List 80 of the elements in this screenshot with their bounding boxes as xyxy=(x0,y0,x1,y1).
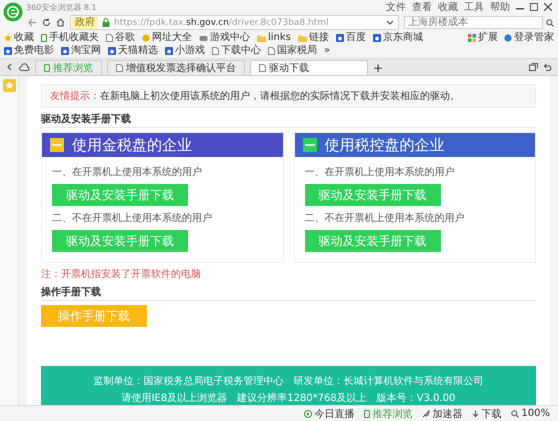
user-type-label: 二、不在开票机上使用本系统的用户 xyxy=(52,212,212,225)
bookmark-link[interactable]: 手机收藏夹 xyxy=(41,32,99,44)
page-icon xyxy=(106,34,113,42)
footer-text: 请使用IE8及以上浏览器 建议分辨率1280*768及以上 版本号：V3.0.00 xyxy=(122,392,456,405)
menu-item[interactable]: 收藏 xyxy=(438,0,458,14)
bookmark-link[interactable]: 链接 xyxy=(298,32,329,44)
user-type-label: 一、在开票机上使用本系统的用户 xyxy=(304,166,454,179)
bookmark-link[interactable]: 淘宝网 xyxy=(61,45,101,57)
notice-text: 在新电脑上初次使用该系统的用户，请根据您的实际情况下载并安装相应的驱动。 xyxy=(100,90,460,103)
bookmark-link[interactable]: 天猫精选 xyxy=(108,45,158,57)
grid-icon xyxy=(468,34,476,42)
folder-icon xyxy=(257,34,266,42)
section-heading: 操作手册下载 xyxy=(41,285,536,301)
bookmark-link[interactable]: 游戏中心 xyxy=(199,32,250,44)
bookmark-link[interactable]: links xyxy=(257,32,291,44)
card-title: 使用金税盘的企业 xyxy=(72,136,192,154)
site-icon xyxy=(165,47,173,55)
url-text: https://fpdk.tax.sh.gov.cn/driver.8c073ba8.html xyxy=(114,18,329,28)
bookmark-link[interactable]: 国家税局 xyxy=(268,45,317,57)
new-tab-button[interactable]: + xyxy=(373,61,384,75)
bookmark-link[interactable]: 收藏 xyxy=(4,32,34,44)
bookmark-link[interactable]: 下载中心 xyxy=(212,45,261,57)
bookmark-link[interactable]: 百度 xyxy=(336,32,366,44)
zoom-icon xyxy=(511,410,520,418)
browser-tab[interactable]: 增值税发票选择确认平台 xyxy=(107,60,245,75)
sidebar-toggle-icon[interactable] xyxy=(6,63,14,71)
footer-text: 监制单位：国家税务总局电子税务管理中心 研发单位：长城计算机软件与系统有限公司 xyxy=(94,374,484,388)
undo-icon[interactable] xyxy=(543,63,552,71)
user-type-label: 一、在开票机上使用本系统的用户 xyxy=(52,166,202,179)
page-icon xyxy=(116,64,123,72)
address-field[interactable]: 政府 https://fpdk.tax.sh.gov.cn/driver.8c073ba8.html xyxy=(70,15,399,30)
download-icon xyxy=(472,410,480,418)
notice-label: 友情提示： xyxy=(50,90,100,103)
menu-item[interactable]: 查看 xyxy=(412,0,432,14)
phone-icon xyxy=(364,410,370,418)
star-icon xyxy=(4,34,12,42)
menu-item[interactable]: 文件 xyxy=(386,0,406,14)
note-text: 注：开票机指安装了开票软件的电脑 xyxy=(41,268,202,281)
status-bar-button[interactable]: 今日直播 xyxy=(304,406,354,420)
refresh-icon[interactable] xyxy=(42,18,51,27)
site-icon xyxy=(108,47,116,55)
bookmark-link[interactable]: 网址大全 xyxy=(142,32,192,44)
site-icon xyxy=(61,47,69,55)
window-title: 360安全浏览器 8.1 xyxy=(26,2,97,12)
back-icon[interactable] xyxy=(28,18,37,27)
lock-icon xyxy=(102,18,110,27)
card-title: 使用税控盘的企业 xyxy=(324,136,444,154)
home-icon[interactable] xyxy=(56,18,65,27)
status-bar-button[interactable]: 下载 xyxy=(472,406,502,420)
site-icon xyxy=(372,34,381,42)
bookmark-link[interactable]: 免费电影 xyxy=(4,45,54,57)
menu-item[interactable]: 工具 xyxy=(464,0,484,14)
play-icon xyxy=(304,410,312,418)
section-heading: 驱动及安装手册下载 xyxy=(41,112,536,128)
bookmark-link[interactable]: 小游戏 xyxy=(165,45,205,57)
page-icon xyxy=(259,64,266,72)
site-icon xyxy=(336,34,344,42)
user-type-label: 二、不在开票机上使用本系统的用户 xyxy=(304,212,464,225)
bookmark-link[interactable]: 京东商城 xyxy=(372,32,423,44)
phone-icon xyxy=(41,34,47,42)
page-icon xyxy=(212,47,219,55)
site-icon xyxy=(4,47,12,55)
cloud-icon[interactable] xyxy=(19,63,30,71)
tabs-icon[interactable] xyxy=(529,63,538,71)
phone-icon xyxy=(44,64,50,72)
close-icon[interactable] xyxy=(544,3,552,11)
page-icon xyxy=(268,47,275,55)
menu-item[interactable]: 帮助 xyxy=(490,0,510,14)
site-badge[interactable]: 政府 xyxy=(72,16,98,28)
maximize-icon[interactable] xyxy=(530,3,538,11)
bookmark-link[interactable]: » xyxy=(324,45,330,57)
toolbar-button[interactable]: 扩展 xyxy=(468,32,498,44)
folder-icon xyxy=(298,34,307,42)
dropdown-icon[interactable] xyxy=(386,20,394,26)
search-icon[interactable] xyxy=(546,18,554,26)
status-bar-button[interactable]: 100% xyxy=(511,408,550,419)
toolbar-button[interactable]: 登录管家 xyxy=(504,32,554,44)
status-bar-button[interactable]: 加速器 xyxy=(422,406,462,420)
browser-tab[interactable]: 驱动下载 xyxy=(250,60,368,75)
bookmark-link[interactable]: 谷歌 xyxy=(106,32,135,44)
